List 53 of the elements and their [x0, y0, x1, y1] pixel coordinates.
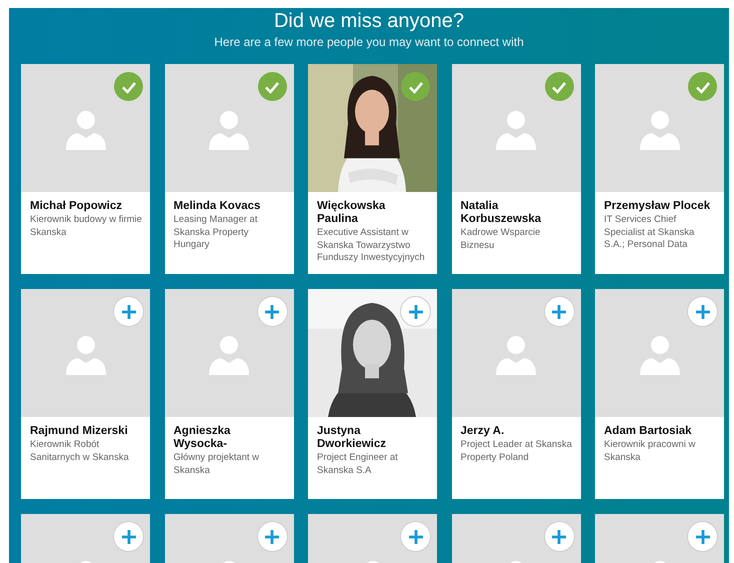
person-headline: Kierownik Robót Sanitarnych w Skanska — [30, 439, 130, 464]
add-button[interactable] — [688, 522, 717, 551]
heading: Did we miss anyone? — [272, 9, 466, 33]
person-card[interactable]: Agnieszka Wysocka- Główny projektant w Skanska — [164, 289, 294, 499]
person-card[interactable]: Adam Bartosiak Kierownik pracowni w Skanska — [595, 289, 724, 499]
person-card[interactable]: Natalia Korbuszewska Kadrowe Wsparcie Biznesu — [452, 64, 580, 274]
add-button[interactable] — [544, 522, 574, 551]
added-button[interactable] — [114, 72, 143, 101]
add-button[interactable] — [258, 522, 286, 551]
person-name: Agnieszka Wysocka- — [174, 425, 232, 451]
person-card[interactable]: Jerzy A. Project Leader at Skanska Property Poland — [452, 289, 580, 499]
add-button[interactable] — [114, 297, 143, 326]
person-name: Rajmund Mizerski — [30, 425, 129, 438]
added-button[interactable] — [688, 72, 717, 101]
avatar-silhouette-icon — [638, 333, 680, 375]
add-button[interactable] — [114, 522, 143, 551]
avatar-silhouette-icon — [495, 333, 537, 375]
avatar-silhouette-icon — [64, 333, 106, 375]
add-button[interactable] — [258, 297, 286, 326]
add-button[interactable] — [401, 522, 430, 551]
person-name: Natalia Korbuszewska — [460, 200, 542, 226]
person-headline: Project Engineer at Skanska S.A — [317, 452, 399, 477]
person-card[interactable]: Melinda Kovacs Leasing Manager at Skanska Property Hungary — [164, 64, 294, 274]
person-name: Melinda Kovacs — [174, 200, 262, 213]
avatar-silhouette-icon — [208, 108, 250, 150]
person-headline: Kierownik budowy w firmie Skanska — [30, 214, 142, 239]
person-headline: Kierownik pracowni w Skanska — [604, 439, 696, 464]
person-headline: Kadrowe Wsparcie Biznesu — [460, 227, 542, 252]
added-button[interactable] — [544, 72, 574, 101]
person-headline: Leasing Manager at Skanska Property Hungary — [174, 214, 258, 252]
person-name: Jerzy A. — [460, 425, 506, 438]
person-headline: IT Services Chief Specialist at Skanska S.A.; Personal Data — [604, 214, 696, 252]
person-name: Przemysław Plocek — [604, 200, 712, 213]
person-card[interactable]: Przemysław Plocek IT Services Chief Specialist at Skanska S.A.; Personal Data — [595, 64, 724, 274]
person-name: Michał Popowicz — [30, 200, 124, 213]
avatar-silhouette-icon — [64, 108, 106, 150]
avatar-silhouette-icon — [495, 108, 537, 150]
avatar-silhouette-icon — [208, 333, 250, 375]
person-card[interactable]: Więckowska Paulina Executive Assistant w Skanska Towarzystwo Funduszy Inwestycyjnych — [308, 64, 437, 274]
subheading: Here are a few more people you may want to connect with — [213, 35, 525, 49]
person-name: Justyna Dworkiewicz — [317, 425, 388, 451]
add-button[interactable] — [688, 297, 717, 326]
person-name: Adam Bartosiak — [604, 425, 693, 438]
person-card[interactable]: Michał Popowicz Kierownik budowy w firmie Skanska — [21, 64, 150, 274]
person-headline: Główny projektant w Skanska — [174, 452, 260, 477]
add-button[interactable] — [544, 297, 574, 326]
avatar-silhouette-icon — [638, 108, 680, 150]
person-headline: Project Leader at Skanska Property Poland — [460, 439, 572, 464]
person-name: Więckowska Paulina — [317, 200, 386, 226]
person-card[interactable]: Justyna Dworkiewicz Project Engineer at Skanska S.A — [308, 289, 437, 499]
added-button[interactable] — [258, 72, 286, 101]
person-headline: Executive Assistant w Skanska Towarzystwo Funduszy Inwestycyjnych — [317, 227, 426, 264]
person-card[interactable]: Rajmund Mizerski Kierownik Robót Sanitarnych w Skanska — [21, 289, 150, 499]
